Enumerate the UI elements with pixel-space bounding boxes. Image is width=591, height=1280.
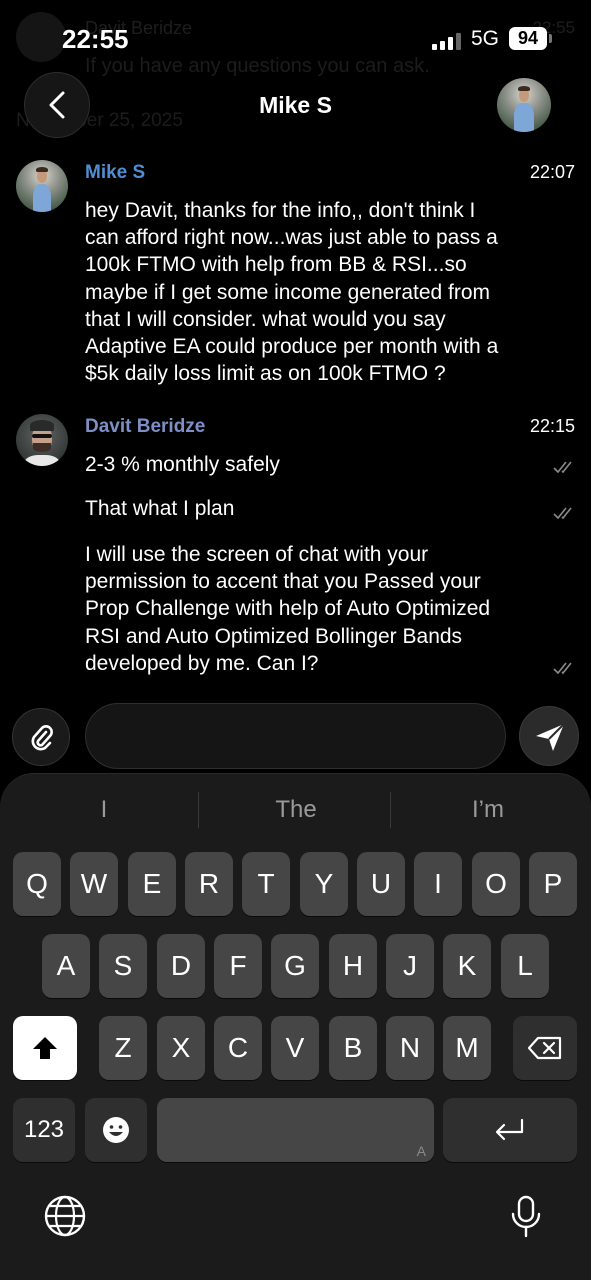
emoji-key[interactable] (85, 1098, 147, 1162)
avatar-davit[interactable] (16, 414, 68, 466)
signal-icon (432, 32, 462, 50)
suggestion-1[interactable]: I (29, 796, 179, 824)
suggestion-divider (198, 792, 199, 828)
battery-icon: 94 (509, 27, 547, 50)
space-hint: A (416, 1143, 426, 1159)
message-line: Adaptive EA could produce per month with… (85, 335, 499, 359)
message-line: that I will consider. what would you say (85, 307, 446, 331)
microphone-icon[interactable] (506, 1194, 546, 1240)
key-o[interactable]: O (472, 852, 520, 916)
double-check-icon (553, 662, 572, 675)
message-line: hey Davit, thanks for the info,, don't t… (85, 199, 476, 222)
message-input[interactable] (85, 703, 506, 769)
network-type: 5G (471, 27, 500, 50)
suggestion-2[interactable]: The (221, 796, 371, 824)
key-e[interactable]: E (128, 852, 176, 916)
shift-arrow-icon (33, 1037, 57, 1059)
message-group-mike: Mike S 22:07 hey Davit, thanks for the i… (0, 160, 591, 390)
status-bar: 22:55 5G 94 (0, 0, 591, 80)
key-k[interactable]: K (443, 934, 491, 998)
key-j[interactable]: J (386, 934, 434, 998)
message-text[interactable]: hey Davit, thanks for the info,, don't t… (85, 197, 555, 387)
numbers-key[interactable]: 123 (13, 1098, 75, 1162)
message-text[interactable]: That what I plan (85, 495, 555, 522)
suggestion-divider (390, 792, 391, 828)
battery-cap (549, 34, 552, 43)
message-line: 100k FTMO with help from BB & RSI...so (85, 253, 467, 277)
message-time: 22:07 (529, 162, 575, 182)
key-s[interactable]: S (99, 934, 147, 998)
key-i[interactable]: I (414, 852, 462, 916)
key-n[interactable]: N (386, 1016, 434, 1080)
message-line: I will use the screen of chat with your (85, 543, 429, 566)
message-line: Prop Challenge with help of Auto Optimiz… (85, 597, 491, 621)
key-v[interactable]: V (271, 1016, 319, 1080)
message-group-davit: Davit Beridze 22:15 2-3 % monthly safely… (0, 414, 591, 694)
message-text[interactable]: 2-3 % monthly safely (85, 451, 555, 478)
sender-name[interactable]: Davit Beridze (85, 416, 205, 438)
double-check-icon (553, 507, 572, 520)
key-g[interactable]: G (271, 934, 319, 998)
return-key[interactable] (443, 1098, 577, 1162)
return-icon (495, 1118, 524, 1141)
message-time: 22:15 (529, 416, 575, 436)
message-text[interactable]: I will use the screen of chat with your … (85, 541, 555, 677)
delete-key[interactable] (513, 1016, 577, 1080)
message-line: 2-3 % monthly safely (85, 453, 280, 476)
key-x[interactable]: X (157, 1016, 205, 1080)
globe-icon[interactable] (43, 1194, 87, 1238)
key-b[interactable]: B (329, 1016, 377, 1080)
header-avatar[interactable] (497, 78, 551, 132)
status-time: 22:55 (62, 24, 129, 54)
keyboard: I The I’m Q W E R T Y U I O P A S D F G … (0, 773, 591, 1280)
key-l[interactable]: L (501, 934, 549, 998)
send-button[interactable] (519, 706, 579, 766)
key-m[interactable]: M (443, 1016, 491, 1080)
key-f[interactable]: F (214, 934, 262, 998)
sender-name[interactable]: Mike S (85, 162, 145, 184)
space-key[interactable]: A (157, 1098, 434, 1162)
avatar-mike[interactable] (16, 160, 68, 212)
key-t[interactable]: T (242, 852, 290, 916)
message-line: $5k daily loss limit as on 100k FTMO ? (85, 362, 446, 386)
paper-plane-icon (536, 723, 565, 751)
message-line: developed by me. Can I? (85, 651, 319, 675)
key-u[interactable]: U (357, 852, 405, 916)
double-check-icon (553, 461, 572, 474)
suggestion-3[interactable]: I’m (413, 796, 563, 824)
emoji-icon (103, 1117, 129, 1143)
message-line: can afford right now...was just able to … (85, 226, 498, 250)
message-line: permission to accent that you Passed you… (85, 570, 481, 594)
key-y[interactable]: Y (300, 852, 348, 916)
message-line: maybe if I get some income generated fro… (85, 280, 491, 304)
key-h[interactable]: H (329, 934, 377, 998)
shift-key[interactable] (13, 1016, 77, 1080)
backspace-icon (527, 1036, 562, 1060)
key-p[interactable]: P (529, 852, 577, 916)
key-d[interactable]: D (157, 934, 205, 998)
key-w[interactable]: W (70, 852, 118, 916)
key-q[interactable]: Q (13, 852, 61, 916)
message-line: RSI and Auto Optimized Bollinger Bands (85, 624, 463, 648)
key-a[interactable]: A (42, 934, 90, 998)
paperclip-icon (31, 725, 53, 751)
key-r[interactable]: R (185, 852, 233, 916)
message-line: That what I plan (85, 497, 235, 520)
key-z[interactable]: Z (99, 1016, 147, 1080)
key-c[interactable]: C (214, 1016, 262, 1080)
attach-button[interactable] (12, 708, 70, 766)
